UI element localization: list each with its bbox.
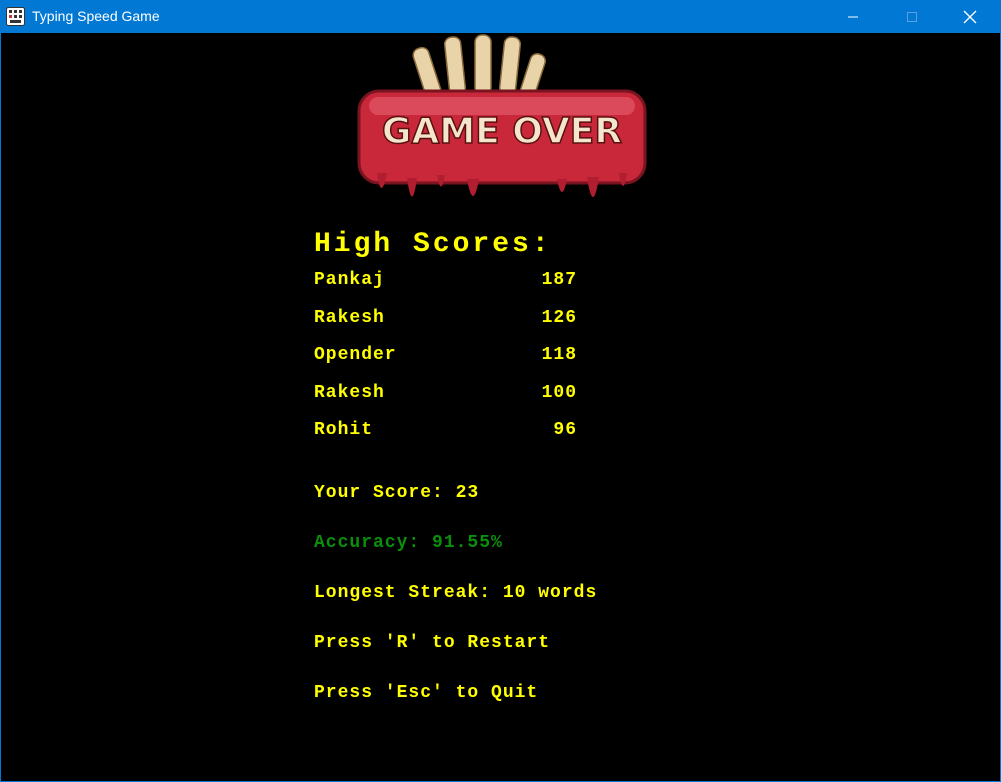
high-score-value: 96 <box>553 420 577 440</box>
accuracy-text: Accuracy: 91.55% <box>314 533 503 553</box>
quit-hint: Press 'Esc' to Quit <box>314 683 539 703</box>
restart-hint: Press 'R' to Restart <box>314 633 551 653</box>
high-score-value: 187 <box>541 270 577 290</box>
close-button[interactable] <box>947 0 993 33</box>
title-bar[interactable]: Typing Speed Game <box>0 0 1001 33</box>
close-icon <box>963 10 977 23</box>
game-canvas[interactable]: GAME OVER High Scores: Pankaj 187 Rakesh… <box>1 33 1000 781</box>
maximize-button[interactable] <box>889 0 935 33</box>
high-score-name: Rakesh <box>314 383 385 403</box>
minimize-button[interactable] <box>830 0 876 33</box>
maximize-icon <box>907 11 917 22</box>
game-over-banner: GAME OVER <box>357 34 647 197</box>
high-score-name: Pankaj <box>314 270 385 290</box>
window-title: Typing Speed Game <box>32 8 160 24</box>
high-score-value: 118 <box>541 345 577 365</box>
minimize-icon <box>848 16 858 17</box>
high-score-name: Opender <box>314 345 397 365</box>
your-score-text: Your Score: 23 <box>314 483 480 503</box>
keyboard-icon <box>6 7 25 26</box>
high-score-value: 100 <box>541 383 577 403</box>
high-scores-title: High Scores: <box>314 229 552 260</box>
svg-text:GAME OVER: GAME OVER <box>382 111 622 152</box>
high-score-name: Rohit <box>314 420 374 440</box>
high-score-value: 126 <box>541 308 577 328</box>
high-score-name: Rakesh <box>314 308 385 328</box>
longest-streak-text: Longest Streak: 10 words <box>314 583 598 603</box>
